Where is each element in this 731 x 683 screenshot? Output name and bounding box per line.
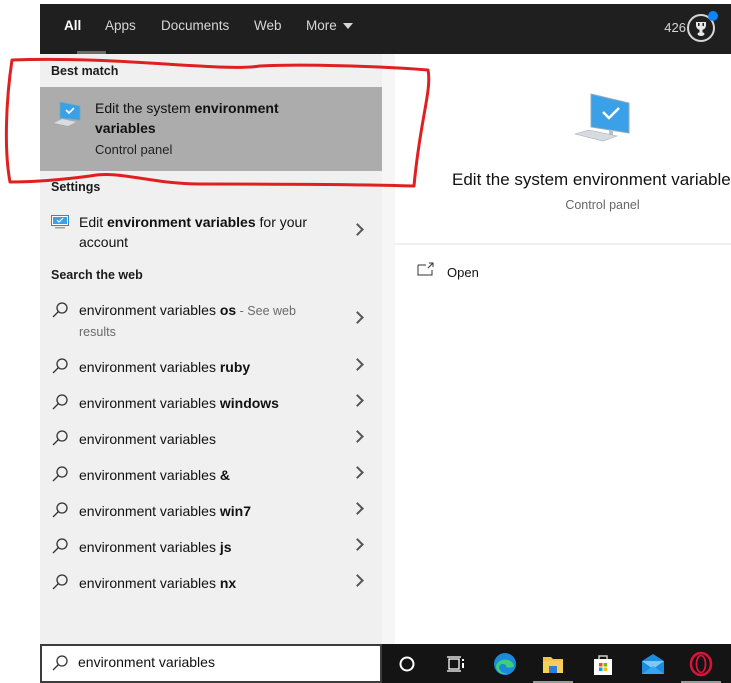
web-result-plain: environment variables xyxy=(79,359,220,375)
edge-icon[interactable] xyxy=(492,651,518,677)
web-result[interactable]: environment variables ruby xyxy=(40,348,382,384)
computer-check-icon xyxy=(573,93,630,142)
web-result[interactable]: environment variables windows xyxy=(40,384,382,420)
chevron-down-icon xyxy=(342,23,353,30)
chevron-right-icon xyxy=(351,574,364,587)
settings-item[interactable]: Edit environment variables for your acco… xyxy=(40,204,382,254)
chevron-right-icon xyxy=(351,358,364,371)
web-result[interactable]: environment variables os - See web resul… xyxy=(40,292,382,342)
search-icon xyxy=(52,358,68,374)
task-view-icon[interactable] xyxy=(442,651,468,677)
web-header: Search the web xyxy=(51,268,143,282)
preview-subtitle: Control panel xyxy=(565,198,640,212)
web-result-bold: ruby xyxy=(219,359,251,375)
best-match-subtitle: Control panel xyxy=(95,142,173,157)
web-result-bold: os xyxy=(219,302,237,318)
web-result-plain: environment variables xyxy=(79,539,220,555)
results-list: Best match Edit the system environment v… xyxy=(40,54,382,644)
web-result[interactable]: environment variables js xyxy=(40,528,382,564)
best-match-item[interactable]: Edit the system environment variables Co… xyxy=(40,87,382,171)
search-icon xyxy=(52,655,68,671)
tab-web[interactable]: Web xyxy=(254,18,282,33)
web-result-bold: js xyxy=(219,539,232,555)
chevron-right-icon xyxy=(351,430,364,443)
web-result[interactable]: environment variables & xyxy=(40,456,382,492)
chevron-right-icon xyxy=(351,466,364,479)
search-icon xyxy=(52,538,68,554)
web-result-label: environment variables nx xyxy=(79,573,236,593)
web-result-plain: environment variables xyxy=(79,431,216,447)
web-result-plain: environment variables xyxy=(79,467,220,483)
web-result-label: environment variables windows xyxy=(79,393,279,413)
web-result[interactable]: environment variables xyxy=(40,420,382,456)
web-result-label: environment variables win7 xyxy=(79,501,251,521)
search-icon xyxy=(52,502,68,518)
chevron-right-icon xyxy=(351,538,364,551)
web-result-bold: nx xyxy=(219,575,237,591)
tab-all[interactable]: All xyxy=(64,18,81,33)
open-label: Open xyxy=(447,265,479,280)
web-result-label: environment variables ruby xyxy=(79,357,250,377)
web-result-label: environment variables xyxy=(79,429,216,449)
panel-divider xyxy=(382,54,395,644)
mail-icon[interactable] xyxy=(640,651,666,677)
search-icon xyxy=(52,430,68,446)
chevron-right-icon xyxy=(351,311,364,324)
web-result-plain: environment variables xyxy=(79,302,220,318)
cortana-icon[interactable] xyxy=(394,651,420,677)
notification-dot xyxy=(708,11,718,21)
chevron-right-icon xyxy=(351,394,364,407)
best-match-title-plain: Edit the system xyxy=(95,100,195,116)
taskbar xyxy=(382,644,731,683)
open-window-icon xyxy=(417,262,434,276)
search-icon xyxy=(52,466,68,482)
search-icon xyxy=(52,302,68,318)
web-result-bold: windows xyxy=(219,395,279,411)
reward-points: 426 xyxy=(664,20,686,35)
settings-item-pre: Edit xyxy=(79,214,108,230)
web-result-label: environment variables js xyxy=(79,537,232,557)
computer-check-icon xyxy=(54,101,81,126)
web-result-label: environment variables & xyxy=(79,465,230,485)
monitor-settings-icon xyxy=(51,215,69,229)
tab-more-label: More xyxy=(306,18,337,33)
file-explorer-icon[interactable] xyxy=(533,651,573,683)
settings-item-label: Edit environment variables for your acco… xyxy=(79,212,339,252)
chevron-right-icon xyxy=(351,502,364,515)
web-result[interactable]: environment variables nx xyxy=(40,564,382,600)
search-input[interactable] xyxy=(78,654,368,670)
best-match-title: Edit the system environment variables xyxy=(95,98,325,138)
web-result-plain: environment variables xyxy=(79,395,220,411)
search-icon xyxy=(52,574,68,590)
search-filter-bar: All Apps Documents Web More 426 xyxy=(40,4,731,54)
tab-documents[interactable]: Documents xyxy=(161,18,229,33)
settings-header: Settings xyxy=(51,180,101,194)
preview-pane: Edit the system environment variables Co… xyxy=(395,54,731,644)
settings-item-bold: environment variables xyxy=(107,214,256,230)
chevron-right-icon xyxy=(351,223,364,236)
search-box[interactable] xyxy=(40,644,382,683)
web-result[interactable]: environment variables win7 xyxy=(40,492,382,528)
web-result-plain: environment variables xyxy=(79,575,220,591)
tab-apps[interactable]: Apps xyxy=(105,18,136,33)
web-result-label: environment variables os - See web resul… xyxy=(79,300,319,342)
web-result-bold: win7 xyxy=(219,503,251,519)
preview-title: Edit the system environment variables xyxy=(452,170,731,189)
microsoft-store-icon[interactable] xyxy=(590,651,616,677)
web-result-plain: environment variables xyxy=(79,503,220,519)
preview-divider xyxy=(395,243,731,245)
best-match-header: Best match xyxy=(51,64,119,78)
web-result-bold: & xyxy=(219,467,230,483)
opera-icon[interactable] xyxy=(681,651,721,683)
tab-more[interactable]: More xyxy=(306,18,353,33)
search-icon xyxy=(52,394,68,410)
